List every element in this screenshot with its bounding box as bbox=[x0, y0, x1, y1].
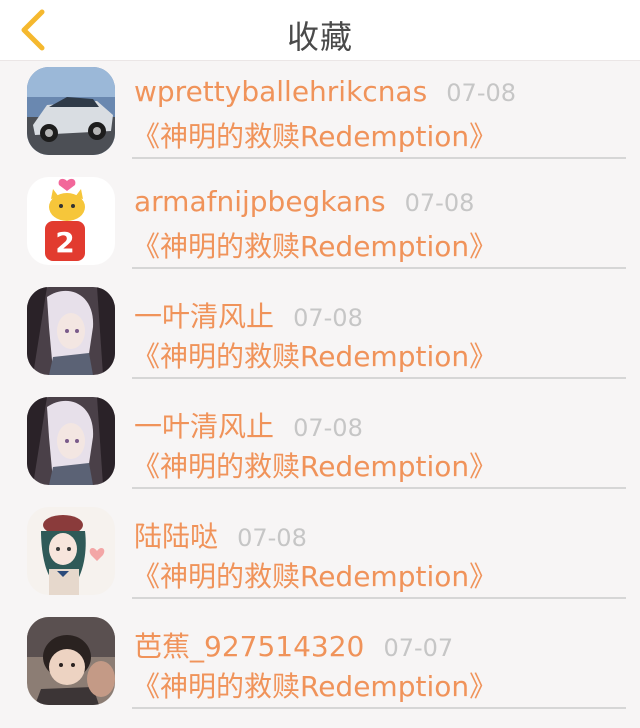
username[interactable]: armafnijpbegkans bbox=[134, 185, 386, 218]
avatar[interactable] bbox=[27, 397, 115, 485]
list-item[interactable]: 芭蕉_927514320 07-07 《神明的救赎Redemption》 bbox=[0, 611, 640, 721]
book-title[interactable]: 《神明的救赎Redemption》 bbox=[132, 115, 497, 155]
book-title[interactable]: 《神明的救赎Redemption》 bbox=[132, 445, 497, 485]
username[interactable]: 陆陆哒 bbox=[134, 520, 218, 553]
list-item[interactable]: wprettyballehrikcnas 07-08 《神明的救赎Redempt… bbox=[0, 61, 640, 171]
avatar[interactable]: 2 bbox=[27, 177, 115, 265]
car-photo-avatar bbox=[27, 67, 115, 155]
child-photo-avatar bbox=[27, 617, 115, 705]
divider bbox=[132, 487, 626, 489]
name-line: armafnijpbegkans 07-08 bbox=[134, 185, 474, 218]
name-line: wprettyballehrikcnas 07-08 bbox=[134, 75, 516, 108]
name-line: 一叶清风止 07-08 bbox=[134, 295, 363, 335]
avatar[interactable] bbox=[27, 617, 115, 705]
anime-girl-beret-avatar bbox=[27, 507, 115, 595]
name-line: 芭蕉_927514320 07-07 bbox=[134, 625, 453, 665]
list-item[interactable]: 2 armafnijpbegkans 07-08 《神明的救赎Redemptio… bbox=[0, 171, 640, 281]
anime-character-avatar bbox=[27, 397, 115, 485]
timestamp: 07-08 bbox=[404, 189, 475, 217]
username[interactable]: 一叶清风止 bbox=[134, 300, 274, 333]
book-title[interactable]: 《神明的救赎Redemption》 bbox=[132, 225, 497, 265]
divider bbox=[132, 267, 626, 269]
cat-badge-avatar: 2 bbox=[27, 177, 115, 265]
list-item[interactable]: 陆陆哒 07-08 《神明的救赎Redemption》 bbox=[0, 501, 640, 611]
divider bbox=[132, 707, 626, 709]
list-item[interactable]: 一叶清风止 07-08 《神明的救赎Redemption》 bbox=[0, 391, 640, 501]
avatar[interactable] bbox=[27, 67, 115, 155]
book-title[interactable]: 《神明的救赎Redemption》 bbox=[132, 335, 497, 375]
timestamp: 07-08 bbox=[293, 414, 363, 442]
favorites-list: wprettyballehrikcnas 07-08 《神明的救赎Redempt… bbox=[0, 61, 640, 721]
divider bbox=[132, 157, 626, 159]
list-item[interactable]: 一叶清风止 07-08 《神明的救赎Redemption》 bbox=[0, 281, 640, 391]
badge-count: 2 bbox=[55, 226, 74, 259]
name-line: 陆陆哒 07-08 bbox=[134, 515, 307, 555]
timestamp: 07-08 bbox=[446, 79, 517, 107]
avatar[interactable] bbox=[27, 287, 115, 375]
avatar[interactable] bbox=[27, 507, 115, 595]
divider bbox=[132, 597, 626, 599]
anime-character-avatar bbox=[27, 287, 115, 375]
page-title: 收藏 bbox=[286, 18, 353, 56]
username[interactable]: wprettyballehrikcnas bbox=[134, 75, 427, 108]
name-line: 一叶清风止 07-08 bbox=[134, 405, 363, 445]
username[interactable]: 芭蕉_927514320 bbox=[134, 630, 364, 663]
username[interactable]: 一叶清风止 bbox=[134, 410, 274, 443]
header-bar: 收藏 bbox=[0, 0, 640, 61]
timestamp: 07-07 bbox=[383, 634, 454, 662]
timestamp: 07-08 bbox=[237, 524, 307, 552]
divider bbox=[132, 377, 626, 379]
book-title[interactable]: 《神明的救赎Redemption》 bbox=[132, 665, 497, 705]
timestamp: 07-08 bbox=[293, 304, 363, 332]
book-title[interactable]: 《神明的救赎Redemption》 bbox=[132, 555, 497, 595]
